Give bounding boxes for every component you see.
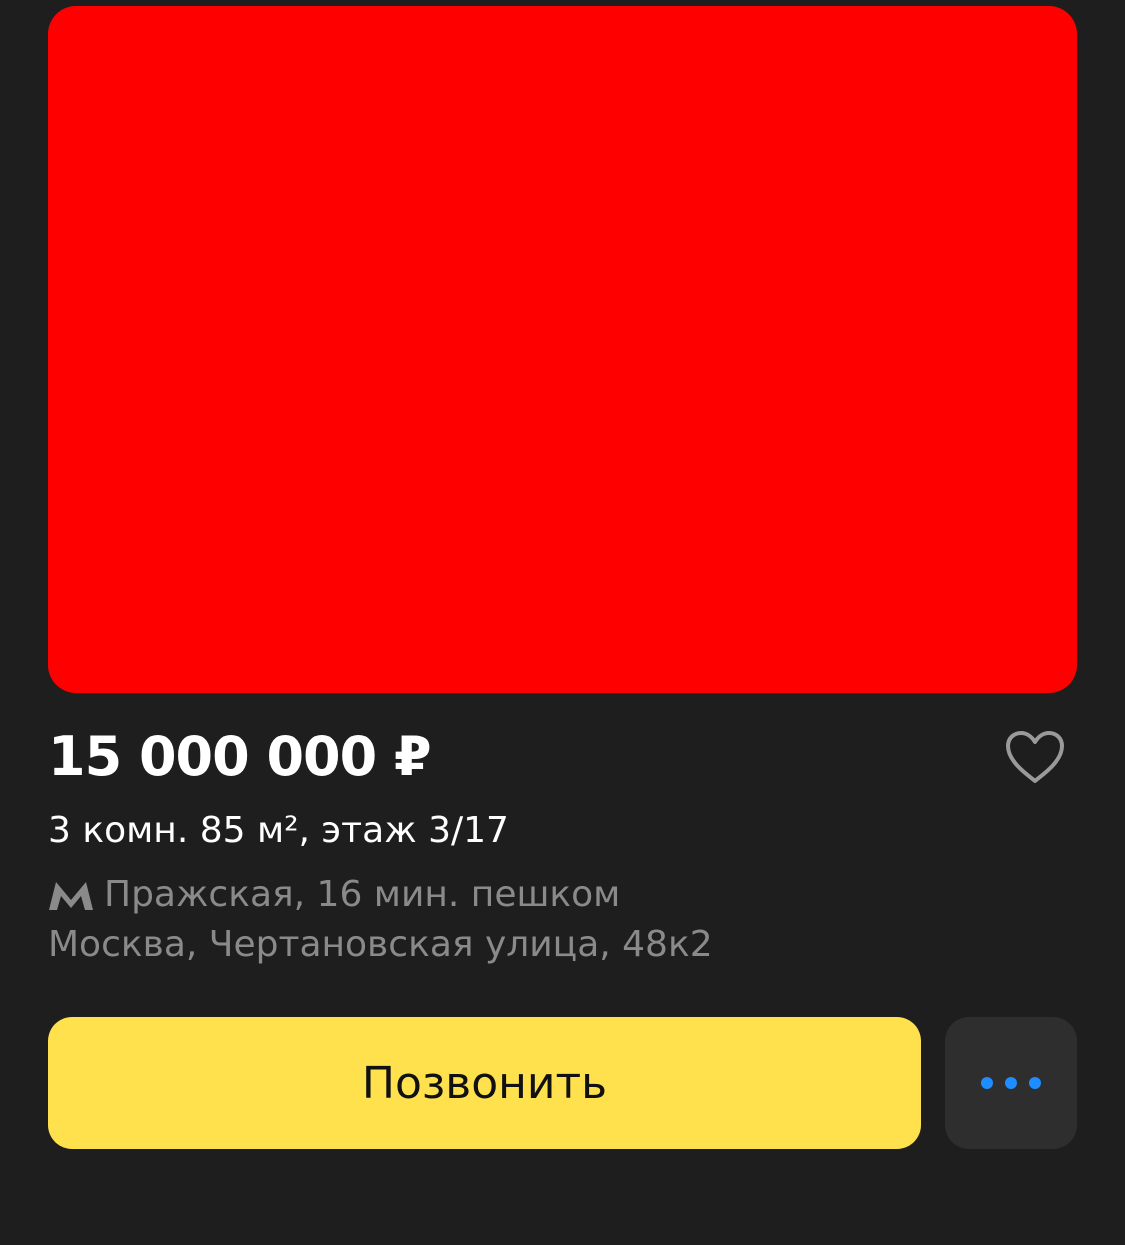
- listing-summary: 3 комн. 85 м², этаж 3/17: [48, 810, 509, 851]
- metro-icon: [48, 879, 94, 911]
- heart-icon: [1006, 731, 1064, 783]
- call-button[interactable]: Позвонить: [48, 1017, 921, 1149]
- favorite-button[interactable]: [999, 724, 1071, 790]
- call-button-label: Позвонить: [361, 1057, 608, 1109]
- listing-address: Москва, Чертановская улица, 48к2: [48, 924, 713, 965]
- metro-station-text: Пражская, 16 мин. пешком: [104, 874, 621, 915]
- listing-photo[interactable]: [48, 6, 1077, 693]
- more-dots-icon: [981, 1077, 1041, 1089]
- metro-info: Пражская, 16 мин. пешком: [48, 870, 620, 920]
- listing-price: 15 000 000 ₽: [48, 725, 432, 788]
- more-button[interactable]: [945, 1017, 1077, 1149]
